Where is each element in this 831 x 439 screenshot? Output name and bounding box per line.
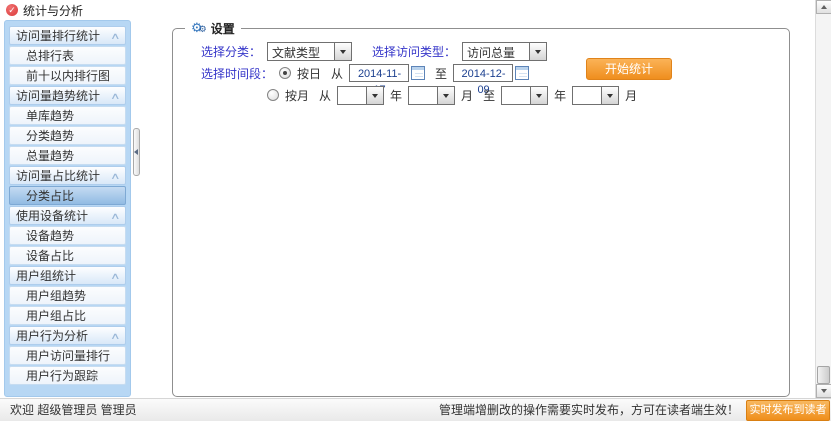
sidebar-section-user-group[interactable]: 用户组统计 ∧ <box>9 266 126 285</box>
sidebar-item-device-trend[interactable]: 设备趋势 <box>9 226 126 245</box>
publish-button[interactable]: 实时发布到读者端 <box>746 400 830 421</box>
by-day-row: 选择时间段： 按日 从 2014-11-17 至 2014-12-09 <box>201 63 529 83</box>
gear-icon: ⚙⚙ <box>191 21 207 36</box>
welcome-text: 欢迎 超级管理员 管理员 <box>10 399 137 421</box>
to-label: 至 <box>483 87 495 104</box>
status-bar: 欢迎 超级管理员 管理员 管理端增删改的操作需要实时发布，方可在读者端生效！ 实… <box>0 398 831 421</box>
period-label: 选择时间段： <box>201 65 273 82</box>
sidebar-item-category-trend[interactable]: 分类趋势 <box>9 126 126 145</box>
sidebar-section-user-behavior[interactable]: 用户行为分析 ∧ <box>9 326 126 345</box>
sidebar-item-user-visit-ranking[interactable]: 用户访问量排行 <box>9 346 126 365</box>
sidebar-section-visit-ranking[interactable]: 访问量排行统计 ∧ <box>9 26 126 45</box>
scroll-up-button[interactable] <box>816 0 831 14</box>
year-label: 年 <box>390 87 402 104</box>
arrow-up-icon <box>821 2 827 9</box>
section-label: 用户组统计 <box>16 267 76 285</box>
sidebar-item-top10-chart[interactable]: 前十以内排行图 <box>9 66 126 85</box>
calendar-icon[interactable] <box>515 66 529 80</box>
sidebar-item-single-db-trend[interactable]: 单库趋势 <box>9 106 126 125</box>
date-from-input[interactable]: 2014-11-17 <box>349 64 409 82</box>
publish-notice-text: 管理端增删改的操作需要实时发布，方可在读者端生效！ <box>439 399 739 421</box>
from-month-select[interactable] <box>408 86 455 105</box>
visit-type-select[interactable]: 访问总量 <box>462 42 547 61</box>
sidebar-item-user-group-trend[interactable]: 用户组趋势 <box>9 286 126 305</box>
settings-legend: ⚙⚙ 设置 <box>185 20 241 37</box>
by-day-label: 按日 <box>297 65 321 82</box>
dropdown-arrow-icon[interactable] <box>530 42 547 61</box>
arrow-down-icon <box>821 389 827 396</box>
from-year-select[interactable] <box>337 86 384 105</box>
start-statistics-button[interactable]: 开始统计 <box>586 58 672 80</box>
page-title: 统计与分析 <box>23 2 83 19</box>
to-year-value <box>501 86 531 105</box>
to-label: 至 <box>435 65 447 82</box>
sidebar-item-category-proportion[interactable]: 分类占比 <box>9 186 126 205</box>
to-month-select[interactable] <box>572 86 619 105</box>
vertical-scrollbar[interactable] <box>815 0 831 398</box>
dropdown-arrow-icon[interactable] <box>531 86 548 105</box>
scroll-down-button[interactable] <box>816 384 831 398</box>
sidebar-item-total-ranking[interactable]: 总排行表 <box>9 46 126 65</box>
from-label: 从 <box>319 87 331 104</box>
section-label: 使用设备统计 <box>16 207 88 225</box>
year-label: 年 <box>554 87 566 104</box>
sidebar-collapse-handle[interactable] <box>133 128 140 176</box>
chevron-up-icon: ∧ <box>110 87 121 105</box>
settings-legend-label: 设置 <box>211 20 235 37</box>
chevron-up-icon: ∧ <box>110 207 121 225</box>
scrollbar-thumb[interactable] <box>817 366 830 384</box>
sidebar-item-total-trend[interactable]: 总量趋势 <box>9 146 126 165</box>
by-month-row: 按月 从 年 月 至 年 月 <box>267 85 637 105</box>
month-label: 月 <box>625 87 637 104</box>
by-day-radio[interactable] <box>279 67 291 79</box>
section-label: 用户行为分析 <box>16 327 88 345</box>
from-month-value <box>408 86 438 105</box>
chevron-up-icon: ∧ <box>110 267 121 285</box>
sidebar: 访问量排行统计 ∧ 总排行表 前十以内排行图 访问量趋势统计 ∧ 单库趋势 分类… <box>4 20 131 397</box>
section-label: 访问量排行统计 <box>16 27 100 45</box>
dropdown-arrow-icon[interactable] <box>438 86 455 105</box>
chevron-up-icon: ∧ <box>110 167 121 185</box>
to-year-select[interactable] <box>501 86 548 105</box>
sidebar-item-device-proportion[interactable]: 设备占比 <box>9 246 126 265</box>
category-select[interactable]: 文献类型 <box>267 42 352 61</box>
visit-type-select-value: 访问总量 <box>462 42 530 61</box>
by-month-radio[interactable] <box>267 89 279 101</box>
collapse-left-icon <box>131 149 138 155</box>
page-header: ✓ 统计与分析 <box>6 2 83 18</box>
sidebar-item-user-behavior-tracking[interactable]: 用户行为跟踪 <box>9 366 126 385</box>
calendar-icon[interactable] <box>411 66 425 80</box>
category-label: 选择分类： <box>201 43 261 60</box>
from-label: 从 <box>331 65 343 82</box>
from-year-value <box>337 86 367 105</box>
section-label: 访问量占比统计 <box>16 167 100 185</box>
sidebar-section-device[interactable]: 使用设备统计 ∧ <box>9 206 126 225</box>
dropdown-arrow-icon[interactable] <box>367 86 384 105</box>
to-month-value <box>572 86 602 105</box>
chevron-up-icon: ∧ <box>110 27 121 45</box>
sidebar-section-visit-proportion[interactable]: 访问量占比统计 ∧ <box>9 166 126 185</box>
category-select-value: 文献类型 <box>267 42 335 61</box>
dropdown-arrow-icon[interactable] <box>602 86 619 105</box>
date-to-input[interactable]: 2014-12-09 <box>453 64 513 82</box>
chevron-up-icon: ∧ <box>110 327 121 345</box>
visit-type-label: 选择访问类型： <box>372 43 456 60</box>
sidebar-section-visit-trend[interactable]: 访问量趋势统计 ∧ <box>9 86 126 105</box>
settings-panel: ⚙⚙ 设置 选择分类： 文献类型 选择访问类型： 访问总量 选择时间段： 按日 … <box>172 28 790 397</box>
sidebar-item-user-group-proportion[interactable]: 用户组占比 <box>9 306 126 325</box>
dropdown-arrow-icon[interactable] <box>335 42 352 61</box>
check-badge-icon: ✓ <box>6 4 18 16</box>
by-month-label: 按月 <box>285 87 309 104</box>
month-label: 月 <box>461 87 473 104</box>
section-label: 访问量趋势统计 <box>16 87 100 105</box>
category-row: 选择分类： 文献类型 选择访问类型： 访问总量 <box>201 41 547 61</box>
